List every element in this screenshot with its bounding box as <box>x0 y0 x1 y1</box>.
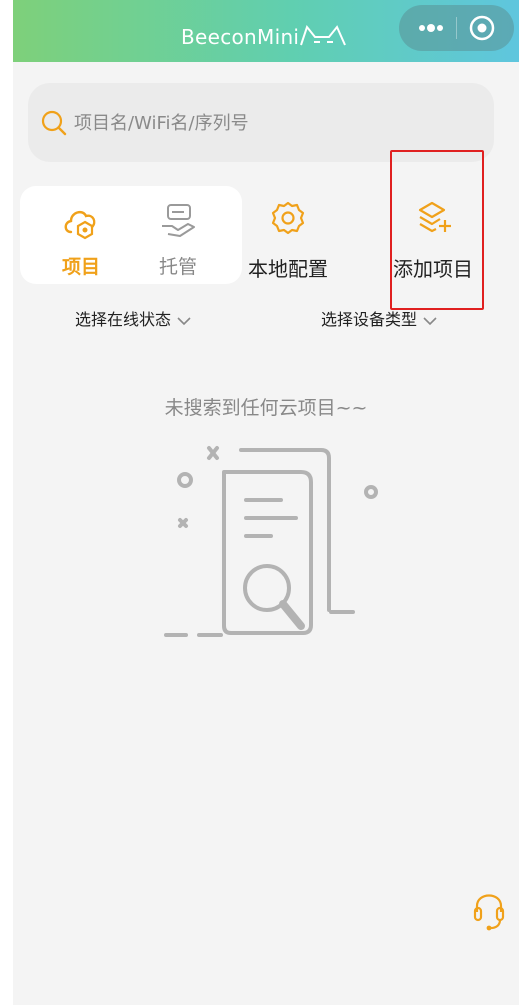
more-dots-icon[interactable] <box>413 13 449 43</box>
project-tab-card: 项目 托管 <box>20 186 242 284</box>
chevron-down-icon <box>177 316 191 325</box>
close-target-icon[interactable] <box>468 14 496 42</box>
search-input[interactable] <box>74 109 474 137</box>
title-bar: BeeconMini <box>13 0 519 62</box>
headset-icon[interactable] <box>473 890 505 932</box>
online-status-filter-label: 选择在线状态 <box>75 310 172 329</box>
device-type-filter[interactable]: 选择设备类型 <box>321 306 437 330</box>
cat-logo-icon <box>300 24 346 46</box>
chevron-down-icon <box>423 316 437 325</box>
tab-project[interactable]: 项目 <box>31 186 131 284</box>
local-config-label: 本地配置 <box>248 257 328 281</box>
highlight-box <box>390 150 484 310</box>
cloud-project-icon <box>64 210 96 240</box>
online-status-filter[interactable]: 选择在线状态 <box>75 306 191 330</box>
app-frame: BeeconMini 项目名/WiFi名/序列号 项目 托管 本地配置 添加项目… <box>13 0 519 1005</box>
gear-icon <box>271 201 305 235</box>
capsule-divider <box>456 17 457 39</box>
tab-hosted[interactable]: 托管 <box>128 186 228 284</box>
empty-state-message: 未搜索到任何云项目~~ <box>164 397 368 419</box>
app-title: BeeconMini <box>181 25 300 49</box>
local-config-button[interactable]: 本地配置 <box>223 186 353 284</box>
mini-program-capsule <box>399 5 514 51</box>
device-type-filter-label: 选择设备类型 <box>321 310 418 329</box>
hosting-hand-icon <box>162 204 195 237</box>
search-icon <box>41 110 67 136</box>
tab-project-label: 项目 <box>61 256 100 278</box>
tab-hosted-label: 托管 <box>158 256 197 278</box>
empty-search-documents-illustration <box>164 446 378 637</box>
